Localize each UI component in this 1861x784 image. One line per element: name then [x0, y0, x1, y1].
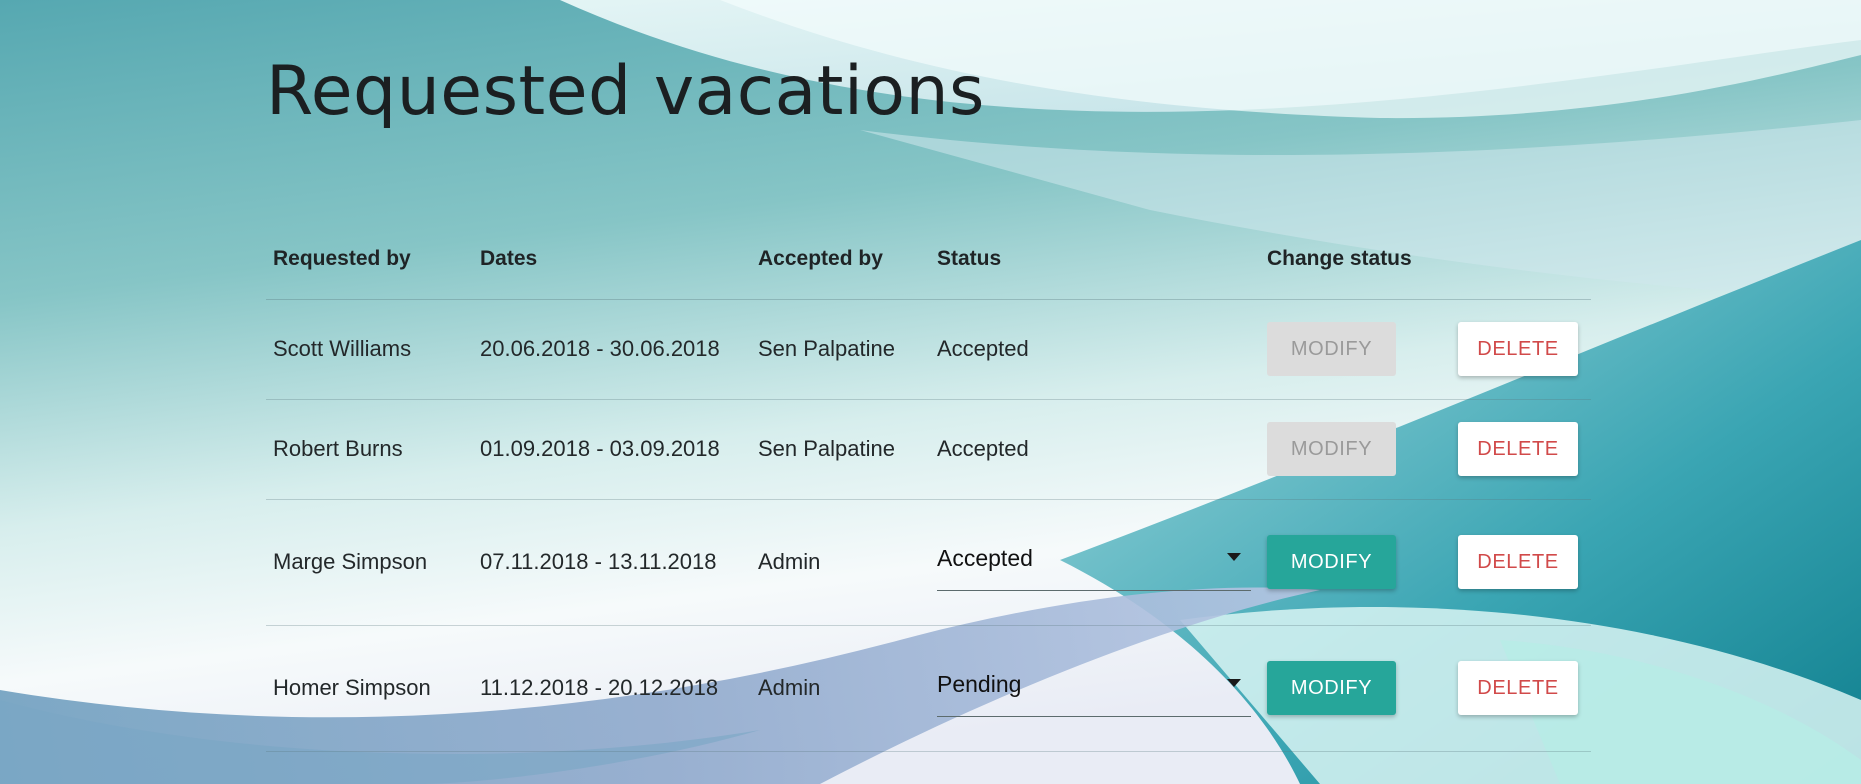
- header-status: Status: [937, 247, 1002, 270]
- table-row: Scott Williams 20.06.2018 - 30.06.2018 S…: [266, 299, 1592, 399]
- cell-status: Accepted: [930, 499, 1260, 625]
- cell-delete: DELETE: [1451, 625, 1591, 751]
- caret-down-icon: [1227, 679, 1241, 687]
- table-header-row: Requested by Dates Accepted by Status Ch…: [266, 220, 1592, 299]
- table-row: Robert Burns 01.09.2018 - 03.09.2018 Sen…: [266, 399, 1592, 499]
- status-select-value: Accepted: [937, 545, 1033, 571]
- cell-dates: 01.09.2018 - 03.09.2018: [480, 436, 720, 461]
- cell-dates: 20.06.2018 - 30.06.2018: [480, 336, 720, 361]
- header-dates: Dates: [480, 247, 538, 270]
- header-change-status: Change status: [1267, 247, 1412, 270]
- modify-button[interactable]: MODIFY: [1267, 322, 1396, 376]
- status-select-value: Pending: [937, 671, 1022, 697]
- header-requested-by: Requested by: [273, 247, 411, 270]
- cell-modify: MODIFY: [1260, 399, 1451, 499]
- modify-button[interactable]: MODIFY: [1267, 535, 1396, 589]
- table-row: Homer Simpson 11.12.2018 - 20.12.2018 Ad…: [266, 625, 1592, 751]
- delete-button[interactable]: DELETE: [1458, 322, 1578, 376]
- cell-status: Pending: [930, 625, 1260, 751]
- cell-dates: 07.11.2018 - 13.11.2018: [480, 549, 717, 574]
- delete-button[interactable]: DELETE: [1458, 535, 1578, 589]
- cell-accepted-by: Sen Palpatine: [758, 336, 895, 361]
- cell-accepted-by: Admin: [758, 549, 821, 574]
- cell-dates: 11.12.2018 - 20.12.2018: [480, 675, 719, 700]
- cell-status: Accepted: [937, 436, 1029, 461]
- page-title: Requested vacations: [266, 52, 985, 131]
- table-row: Marge Simpson 07.11.2018 - 13.11.2018 Ad…: [266, 499, 1592, 625]
- cell-requested-by: Scott Williams: [273, 336, 412, 361]
- delete-button[interactable]: DELETE: [1458, 661, 1578, 715]
- cell-delete: DELETE: [1451, 499, 1591, 625]
- cell-modify: MODIFY: [1260, 299, 1451, 399]
- modify-button[interactable]: MODIFY: [1267, 661, 1396, 715]
- status-select[interactable]: Pending: [937, 659, 1251, 717]
- cell-modify: MODIFY: [1260, 625, 1451, 751]
- vacations-table: Requested by Dates Accepted by Status Ch…: [266, 220, 1592, 752]
- cell-requested-by: Robert Burns: [273, 436, 403, 461]
- header-accepted-by: Accepted by: [758, 247, 883, 270]
- caret-down-icon: [1227, 553, 1241, 561]
- cell-accepted-by: Sen Palpatine: [758, 436, 895, 461]
- cell-delete: DELETE: [1451, 299, 1591, 399]
- modify-button[interactable]: MODIFY: [1267, 422, 1396, 476]
- cell-requested-by: Marge Simpson: [273, 549, 428, 574]
- delete-button[interactable]: DELETE: [1458, 422, 1578, 476]
- cell-requested-by: Homer Simpson: [273, 675, 431, 700]
- cell-modify: MODIFY: [1260, 499, 1451, 625]
- status-select[interactable]: Accepted: [937, 533, 1251, 591]
- cell-status: Accepted: [937, 336, 1029, 361]
- cell-accepted-by: Admin: [758, 675, 821, 700]
- cell-delete: DELETE: [1451, 399, 1591, 499]
